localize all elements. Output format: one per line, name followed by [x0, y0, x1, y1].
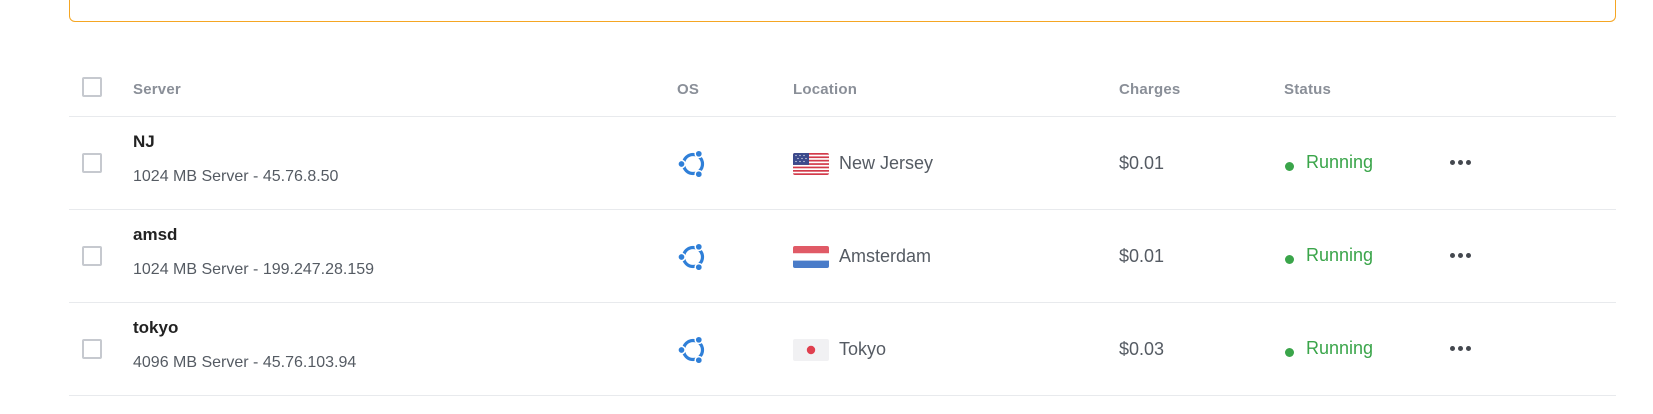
ellipsis-icon [1449, 345, 1455, 351]
ubuntu-icon [677, 149, 705, 179]
server-list-page: Server OS Location Charges Status NJ 102… [0, 0, 1653, 414]
servers-table: Server OS Location Charges Status NJ 102… [69, 65, 1616, 396]
server-name-link[interactable]: tokyo [133, 318, 178, 338]
status-badge: Running [1306, 152, 1374, 172]
us-flag-icon [793, 153, 829, 175]
ellipsis-icon [1465, 252, 1471, 258]
server-name-link[interactable]: amsd [133, 225, 177, 245]
nl-flag-icon [793, 246, 829, 268]
server-description: 1024 MB Server - 199.247.28.159 [133, 261, 375, 278]
row-checkbox[interactable] [82, 153, 102, 173]
location-label: New Jersey [839, 153, 934, 173]
header-os: OS [677, 81, 700, 98]
table-row[interactable]: tokyo 4096 MB Server - 45.76.103.94 Toky… [69, 303, 1616, 396]
table-header-row: Server OS Location Charges Status [69, 65, 1616, 117]
location-label: Tokyo [839, 339, 887, 359]
charges-value: $0.01 [1119, 153, 1165, 173]
status-badge: Running [1306, 338, 1374, 358]
status-indicator-icon [1285, 348, 1294, 357]
more-actions-button[interactable] [1444, 338, 1476, 358]
status-indicator-icon [1285, 255, 1294, 264]
ellipsis-icon [1457, 345, 1463, 351]
select-all-checkbox[interactable] [82, 77, 102, 97]
table-row[interactable]: amsd 1024 MB Server - 199.247.28.159 Ams… [69, 210, 1616, 303]
alert-banner [69, 0, 1616, 22]
location-label: Amsterdam [839, 246, 932, 266]
ellipsis-icon [1449, 252, 1455, 258]
ellipsis-icon [1449, 159, 1455, 165]
status-indicator-icon [1285, 162, 1294, 171]
table-row[interactable]: NJ 1024 MB Server - 45.76.8.50 New Jerse… [69, 117, 1616, 210]
ubuntu-icon [677, 335, 705, 365]
status-badge: Running [1306, 245, 1374, 265]
ellipsis-icon [1465, 159, 1471, 165]
ellipsis-icon [1457, 159, 1463, 165]
row-checkbox[interactable] [82, 339, 102, 359]
header-location[interactable]: Location [793, 81, 857, 98]
ellipsis-icon [1457, 252, 1463, 258]
charges-value: $0.03 [1119, 339, 1165, 359]
ellipsis-icon [1465, 345, 1471, 351]
more-actions-button[interactable] [1444, 245, 1476, 265]
header-status[interactable]: Status [1284, 81, 1331, 98]
jp-flag-icon [793, 339, 829, 361]
charges-value: $0.01 [1119, 246, 1165, 266]
ubuntu-icon [677, 242, 705, 272]
server-description: 1024 MB Server - 45.76.8.50 [133, 168, 339, 185]
header-charges[interactable]: Charges [1119, 81, 1180, 98]
server-name-link[interactable]: NJ [133, 132, 155, 152]
row-checkbox[interactable] [82, 246, 102, 266]
more-actions-button[interactable] [1444, 152, 1476, 172]
server-description: 4096 MB Server - 45.76.103.94 [133, 354, 357, 371]
header-server[interactable]: Server [133, 81, 181, 98]
